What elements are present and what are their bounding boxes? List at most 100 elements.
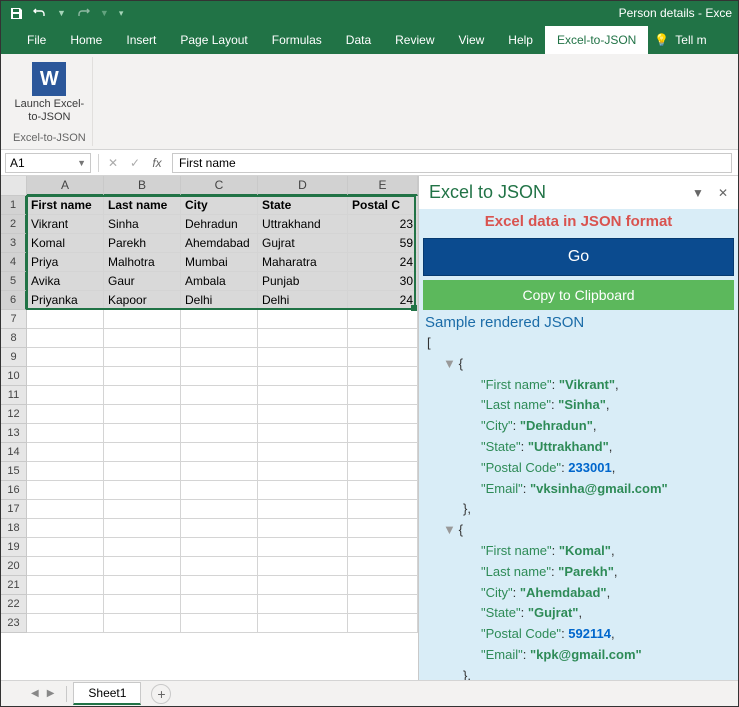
cell[interactable]	[181, 538, 258, 557]
cell[interactable]	[181, 424, 258, 443]
header-cell[interactable]: State	[258, 196, 348, 215]
sheet-tab[interactable]: Sheet1	[73, 682, 141, 705]
tab-file[interactable]: File	[15, 26, 58, 54]
row-header[interactable]: 17	[1, 500, 27, 519]
cell[interactable]: 24	[348, 253, 418, 272]
col-header-d[interactable]: D	[258, 176, 348, 196]
row-header[interactable]: 14	[1, 443, 27, 462]
redo-icon[interactable]	[76, 6, 90, 20]
cell[interactable]	[258, 557, 348, 576]
cell[interactable]	[27, 443, 104, 462]
cell[interactable]: Parekh	[104, 234, 181, 253]
cell[interactable]	[27, 424, 104, 443]
cell[interactable]	[27, 367, 104, 386]
cell[interactable]: 24	[348, 291, 418, 310]
cell[interactable]	[181, 595, 258, 614]
redo-dropdown-icon[interactable]: ▼	[100, 8, 109, 18]
cell[interactable]	[104, 557, 181, 576]
cell[interactable]: Priyanka	[27, 291, 104, 310]
cell[interactable]: Punjab	[258, 272, 348, 291]
cell[interactable]	[348, 367, 418, 386]
row-header[interactable]: 2	[1, 215, 27, 234]
cell[interactable]	[27, 595, 104, 614]
cell[interactable]: Ahemdabad	[181, 234, 258, 253]
row-header[interactable]: 9	[1, 348, 27, 367]
cell[interactable]	[348, 576, 418, 595]
cell[interactable]: Vikrant	[27, 215, 104, 234]
cell[interactable]	[27, 576, 104, 595]
cell[interactable]: Delhi	[258, 291, 348, 310]
cell[interactable]	[181, 367, 258, 386]
row-header[interactable]: 7	[1, 310, 27, 329]
cell[interactable]	[348, 443, 418, 462]
cell[interactable]: 23	[348, 215, 418, 234]
add-sheet-button[interactable]: +	[151, 684, 171, 704]
cell[interactable]	[181, 500, 258, 519]
launch-button[interactable]: W Launch Excel-to-JSON	[15, 59, 85, 124]
cell[interactable]: Gaur	[104, 272, 181, 291]
cell[interactable]	[181, 329, 258, 348]
cell[interactable]	[348, 405, 418, 424]
cell[interactable]: Priya	[27, 253, 104, 272]
cell[interactable]	[348, 538, 418, 557]
save-icon[interactable]	[9, 6, 23, 20]
cell[interactable]	[181, 519, 258, 538]
cell[interactable]	[258, 576, 348, 595]
row-header[interactable]: 23	[1, 614, 27, 633]
row-header[interactable]: 20	[1, 557, 27, 576]
tell-me[interactable]: 💡 Tell m	[648, 26, 712, 54]
cell[interactable]	[27, 310, 104, 329]
row-header[interactable]: 21	[1, 576, 27, 595]
cell[interactable]	[181, 614, 258, 633]
cell[interactable]	[258, 424, 348, 443]
cell[interactable]	[348, 519, 418, 538]
select-all-corner[interactable]	[1, 176, 27, 196]
cell[interactable]	[181, 443, 258, 462]
cell[interactable]	[348, 462, 418, 481]
cell[interactable]	[348, 329, 418, 348]
tab-excel-to-json[interactable]: Excel-to-JSON	[545, 26, 648, 54]
header-cell[interactable]: Last name	[104, 196, 181, 215]
tab-help[interactable]: Help	[496, 26, 545, 54]
cell[interactable]	[104, 462, 181, 481]
cell[interactable]	[258, 462, 348, 481]
spreadsheet-grid[interactable]: A B C D E 1First nameLast nameCityStateP…	[1, 176, 418, 680]
row-header[interactable]: 4	[1, 253, 27, 272]
cell[interactable]: Gujrat	[258, 234, 348, 253]
row-header[interactable]: 3	[1, 234, 27, 253]
qat-customize-icon[interactable]: ▾	[119, 8, 124, 19]
row-header[interactable]: 18	[1, 519, 27, 538]
cell[interactable]	[348, 557, 418, 576]
cell[interactable]: Ambala	[181, 272, 258, 291]
cell[interactable]	[181, 462, 258, 481]
row-header[interactable]: 11	[1, 386, 27, 405]
cell[interactable]	[27, 462, 104, 481]
cell[interactable]	[104, 424, 181, 443]
tab-page-layout[interactable]: Page Layout	[168, 26, 259, 54]
cancel-formula-icon[interactable]: ✕	[102, 153, 124, 173]
go-button[interactable]: Go	[423, 238, 734, 276]
formula-input[interactable]: First name	[172, 153, 732, 173]
header-cell[interactable]: Postal C	[348, 196, 418, 215]
cell[interactable]	[258, 500, 348, 519]
cell[interactable]	[104, 481, 181, 500]
cell[interactable]	[27, 519, 104, 538]
cell[interactable]: Delhi	[181, 291, 258, 310]
expand-icon[interactable]: ▼	[443, 520, 455, 541]
cell[interactable]: Avika	[27, 272, 104, 291]
tab-home[interactable]: Home	[58, 26, 114, 54]
cell[interactable]	[27, 481, 104, 500]
cell[interactable]: Kapoor	[104, 291, 181, 310]
cell[interactable]	[104, 595, 181, 614]
row-header[interactable]: 6	[1, 291, 27, 310]
cell[interactable]	[104, 405, 181, 424]
cell[interactable]: Mumbai	[181, 253, 258, 272]
cell[interactable]	[27, 405, 104, 424]
cell[interactable]	[258, 443, 348, 462]
cell[interactable]	[258, 595, 348, 614]
cell[interactable]	[104, 500, 181, 519]
cell[interactable]	[104, 614, 181, 633]
cell[interactable]	[104, 386, 181, 405]
cell[interactable]	[258, 310, 348, 329]
cell[interactable]	[181, 310, 258, 329]
